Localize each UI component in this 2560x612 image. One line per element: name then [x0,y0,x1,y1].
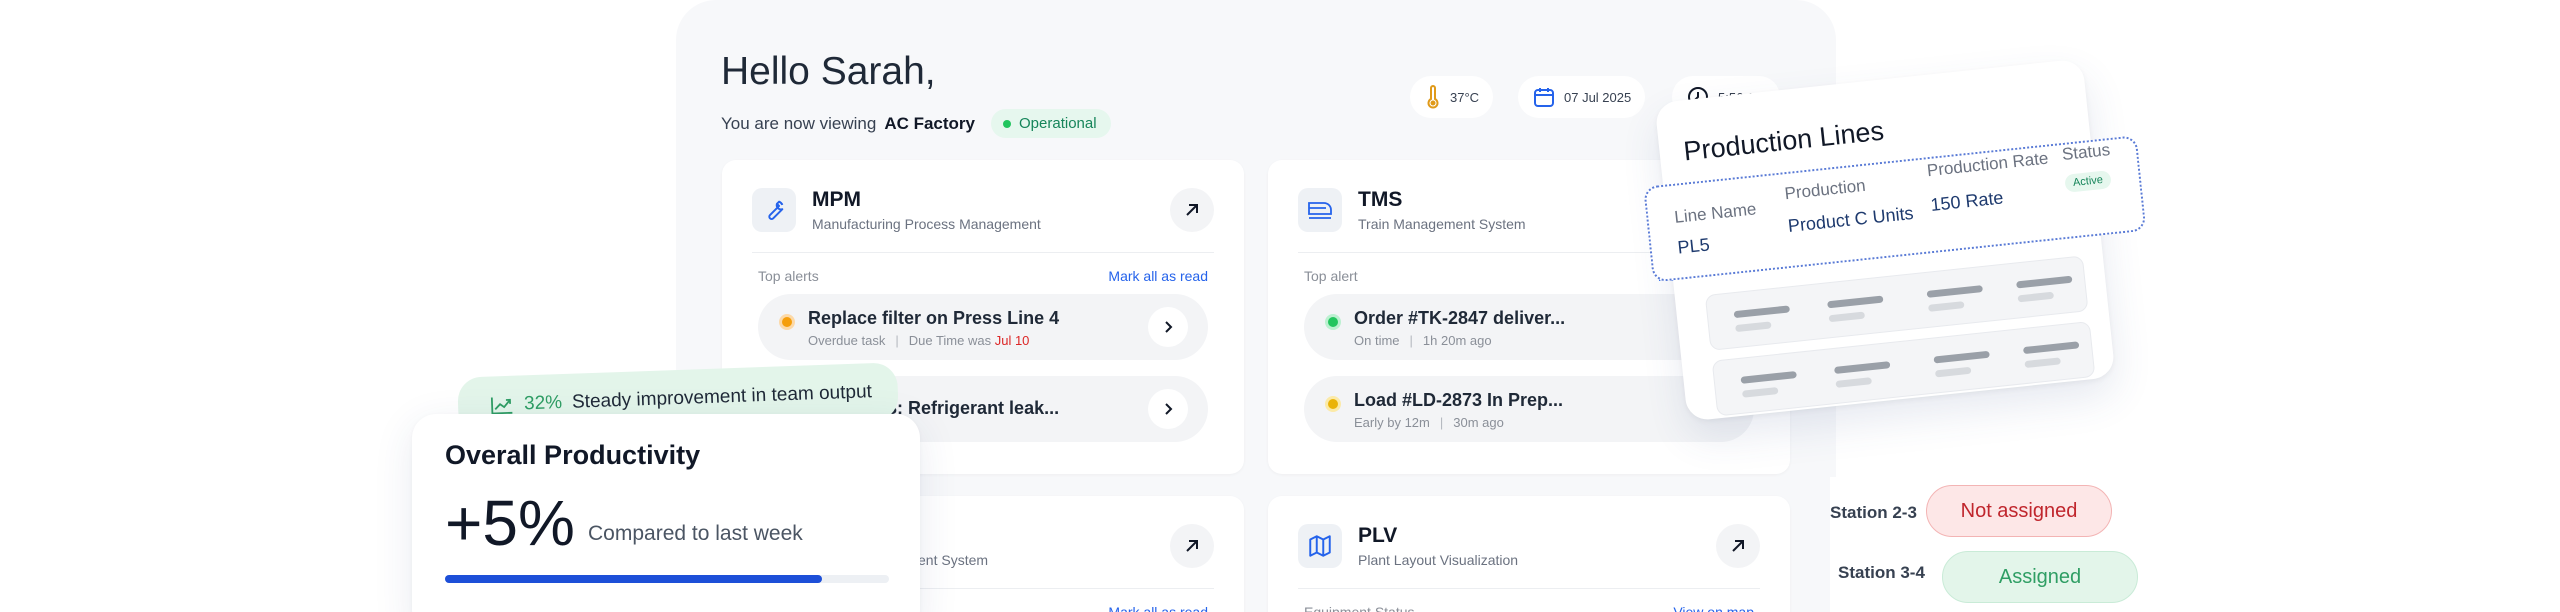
greeting-title: Hello Sarah, [721,50,936,93]
alert-dot-icon [1325,396,1341,412]
alert-due-date: Jul 10 [994,333,1030,348]
alert-meta-right: 1h 20m ago [1422,333,1492,348]
productivity-progress-track [445,575,889,583]
alert-meta-left: Early by 12m [1354,415,1430,430]
alert-title: Load #LD-2873 In Prep... [1354,390,1564,410]
alert-open-button[interactable] [1148,307,1188,347]
viewing-line: You are now viewing AC Factory Operation… [721,109,1111,138]
alert-open-button[interactable] [1148,389,1188,429]
productivity-value: +5% [445,487,575,559]
bottom-left-subtitle: ent System [918,552,989,568]
divider [752,252,1214,253]
alert-meta-left: Overdue task [808,333,886,348]
plv-open-button[interactable] [1716,524,1760,568]
mpm-icon-tile [752,188,796,232]
column-header: Production [1783,175,1867,204]
wrench-icon [768,200,784,220]
status-label: Operational [1019,115,1097,132]
column-header: Status [2061,140,2111,164]
mpm-title: MPM [812,188,861,211]
plv-title: PLV [1358,524,1398,547]
stations-panel: Station 2-3 Not assigned Station 3-4 Ass… [1830,477,2138,612]
alert-meta-right: 30m ago [1453,415,1504,430]
alert-title: Order #TK-2847 deliver... [1354,308,1566,328]
alert-meta: Early by 12m | 30m ago [1354,415,1504,430]
mpm-subtitle: Manufacturing Process Management [812,216,1041,232]
productivity-title: Overall Productivity [445,440,701,470]
productivity-progress-fill [445,575,823,583]
arrow-up-right-icon [1732,540,1744,552]
plv-card: PLV Plant Layout Visualization Equipment… [1268,496,1790,612]
station-status-assigned[interactable]: Assigned [1942,551,2138,603]
chevron-right-icon [1165,403,1173,415]
station-label: Station 2-3 [1830,503,1917,522]
productivity-card: Overall Productivity +5% Compared to las… [412,414,920,612]
status-badge: Operational [991,109,1111,138]
column-header: Production Rate [1925,148,2050,181]
mpm-mark-read-link[interactable]: Mark all as read [1108,268,1208,284]
map-icon [1309,535,1331,557]
factory-name: AC Factory [884,113,975,133]
line-name-value: PL5 [1676,234,1711,258]
status-dot-icon [1003,119,1011,128]
alert-dot-icon [779,314,795,330]
station-status-not-assigned[interactable]: Not assigned [1926,485,2112,537]
alert-dot-icon [1325,314,1341,330]
thermometer-icon [1427,85,1439,109]
plv-icon-tile [1298,524,1342,568]
station-label: Station 3-4 [1838,563,1925,582]
arrow-up-right-icon [1186,540,1198,552]
bottom-left-mark-read-link[interactable]: Mark all as read [1108,604,1208,612]
temperature-value: 37°C [1450,89,1480,105]
bottom-left-open-button[interactable] [1170,524,1214,568]
production-lines-title: Production Lines [1682,115,1886,167]
temperature-pill: 37°C [1410,76,1494,118]
arrow-up-right-icon [1186,204,1198,216]
production-value: Product C Units [1786,202,1915,237]
alert-meta: Overdue task | Due Time was Jul 10 [808,333,1030,348]
banner-percent: 32% [523,392,563,415]
tms-title: TMS [1358,188,1403,211]
tms-icon-tile [1298,188,1342,232]
banner-text: Steady improvement in team output [571,381,873,413]
mpm-open-button[interactable] [1170,188,1214,232]
status-badge: Active [2064,170,2112,193]
plv-view-map-link[interactable]: View on map [1673,604,1754,612]
plv-subtitle: Plant Layout Visualization [1358,552,1519,568]
mpm-section-label: Top alerts [758,268,819,284]
column-header: Line Name [1673,199,1758,227]
tms-section-label: Top alert [1304,268,1358,284]
tms-subtitle: Train Management System [1358,216,1526,232]
train-icon [1308,202,1332,219]
alert-title: Replace filter on Press Line 4 [808,308,1060,328]
alert-meta-left: On time [1354,333,1400,348]
date-value: 07 Jul 2025 [1564,89,1632,105]
date-pill: 07 Jul 2025 [1518,76,1646,118]
divider [1298,588,1760,589]
alert-item[interactable]: Replace filter on Press Line 4 Overdue t… [758,294,1208,360]
trend-up-icon [490,397,513,415]
productivity-compare: Compared to last week [588,522,803,545]
rate-value: 150 Rate [1929,187,2005,215]
alert-meta: On time | 1h 20m ago [1354,333,1492,348]
alert-meta-right: Due Time was [908,333,992,348]
plv-section-label: Equipment Status [1304,604,1415,612]
production-lines-panel: Production Lines Line Name Production Pr… [1643,58,2147,422]
chevron-right-icon [1165,321,1173,333]
viewing-prefix: You are now viewing [721,113,877,133]
calendar-icon [1534,88,1554,107]
